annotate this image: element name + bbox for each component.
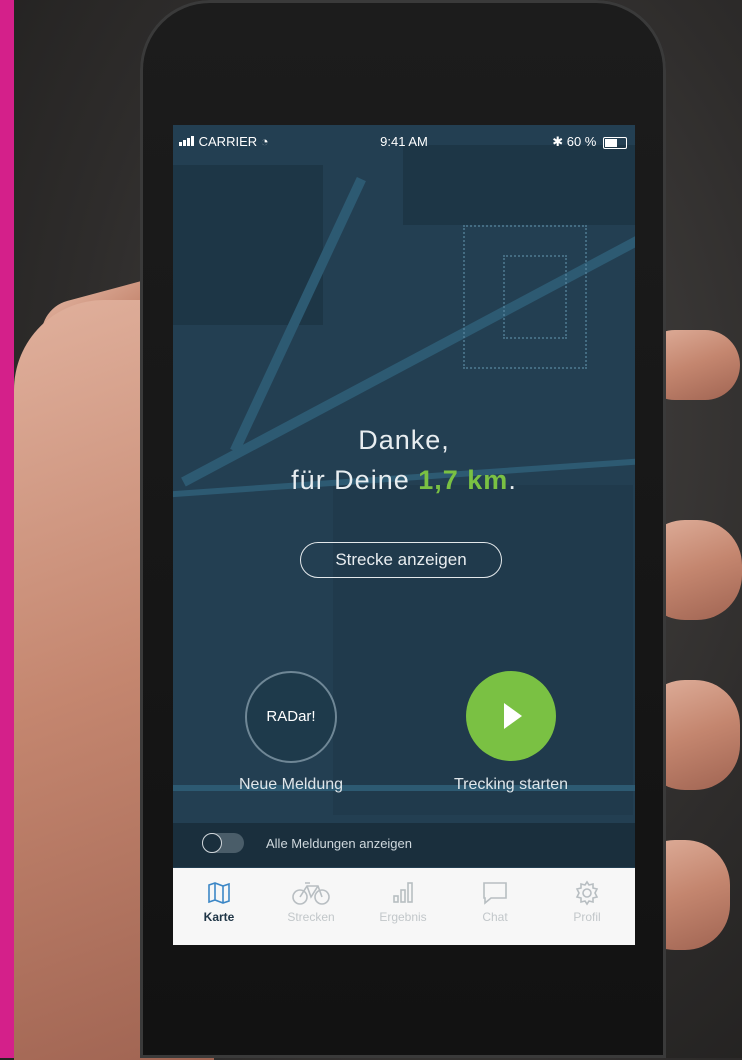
map-path — [503, 255, 567, 339]
tab-label: Ergebnis — [379, 910, 427, 924]
tab-ergebnis[interactable]: Ergebnis — [357, 876, 449, 924]
map-icon — [208, 882, 230, 904]
battery-icon — [603, 136, 627, 149]
headline-line-1: Danke, — [358, 425, 450, 455]
tab-profil[interactable]: Profil — [541, 876, 633, 924]
tracking-caption: Trecking starten — [453, 776, 569, 793]
tab-strecken[interactable]: Strecken — [265, 876, 357, 924]
tab-label: Karte — [203, 910, 235, 924]
headline-prefix: für Deine — [291, 465, 410, 495]
start-tracking-button[interactable] — [466, 671, 556, 761]
map-building — [403, 145, 635, 225]
show-all-reports-row: Alle Meldungen anzeigen — [173, 823, 635, 867]
radar-report-button[interactable]: RADar! — [245, 671, 337, 763]
tab-karte[interactable]: Karte — [173, 876, 265, 924]
toggle-knob — [202, 833, 222, 853]
battery-label: 60 % — [566, 134, 597, 149]
show-all-reports-label: Alle Meldungen anzeigen — [266, 836, 412, 851]
distance-value: 1,7 km — [418, 465, 509, 495]
play-icon — [504, 703, 522, 729]
bar-chart-icon — [393, 882, 413, 903]
thank-you-message: Danke, für Deine 1,7 km. — [173, 420, 635, 500]
tab-label: Profil — [573, 910, 601, 924]
headline-suffix: . — [508, 465, 517, 495]
chat-icon — [483, 882, 507, 905]
tab-label: Chat — [482, 910, 508, 924]
app-screen: CARRIER ◔ 9:41 AM ✱ 60 % Danke, für Dein… — [173, 125, 635, 945]
tab-label: Strecken — [287, 910, 335, 924]
show-route-button[interactable]: Strecke anzeigen — [300, 542, 502, 578]
brand-strip — [0, 0, 14, 1058]
tab-bar: Karte Strecken Ergebnis Chat Profil — [173, 868, 635, 945]
gear-icon — [575, 880, 599, 906]
headline-line-2: für Deine 1,7 km. — [173, 460, 635, 500]
battery-status: ✱ 60 % — [552, 134, 627, 150]
bluetooth-icon: ✱ — [552, 134, 564, 149]
new-report-caption: Neue Meldung — [238, 776, 344, 793]
show-all-reports-toggle[interactable] — [202, 833, 244, 853]
bicycle-icon — [292, 882, 330, 905]
status-bar: CARRIER ◔ 9:41 AM ✱ 60 % — [173, 125, 635, 157]
tab-chat[interactable]: Chat — [449, 876, 541, 924]
map-building — [333, 485, 633, 815]
